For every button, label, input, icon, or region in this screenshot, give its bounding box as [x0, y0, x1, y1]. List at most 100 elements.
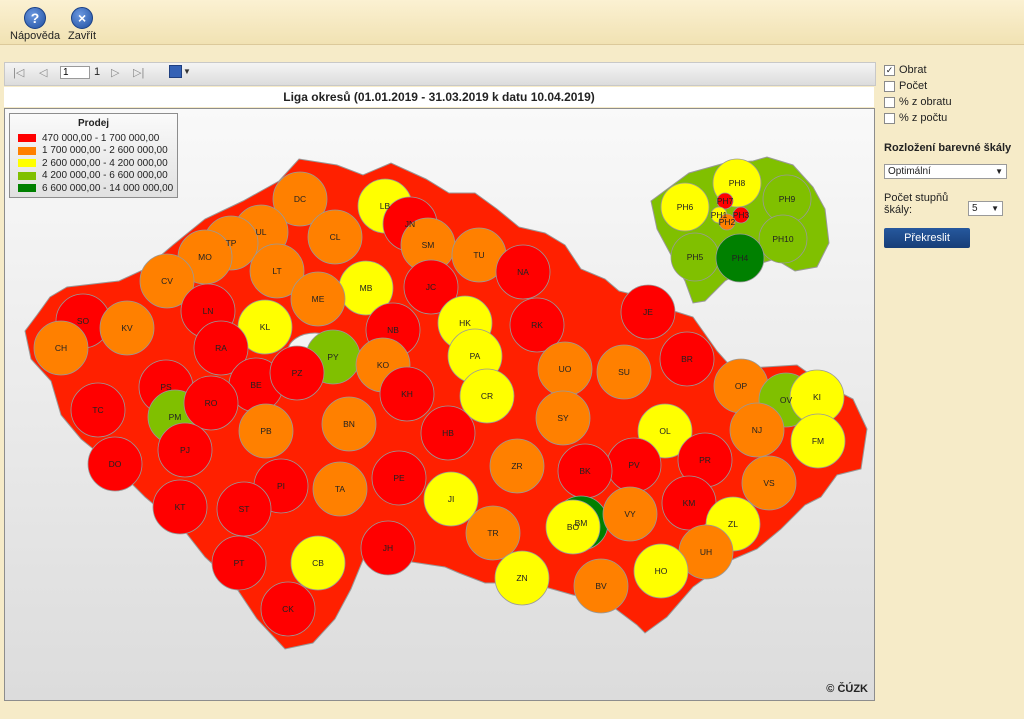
- district-label: ME: [312, 294, 325, 304]
- legend-swatch: [18, 146, 36, 155]
- district-label: SU: [618, 367, 630, 377]
- district-label: PI: [277, 481, 285, 491]
- copyright: © ČÚZK: [826, 683, 868, 695]
- district-label: PH7: [717, 196, 734, 206]
- district-label: LB: [380, 201, 391, 211]
- district-label: PS: [160, 382, 172, 392]
- pocet-checkbox[interactable]: [884, 80, 895, 92]
- district-label: OP: [735, 381, 748, 391]
- district-label: KI: [813, 392, 821, 402]
- close-icon: ×: [71, 7, 94, 29]
- district-label: PY: [327, 352, 339, 362]
- chevron-down-icon: ▼: [995, 167, 1003, 176]
- close-label: Zavřít: [68, 30, 97, 42]
- district-label: PA: [470, 351, 481, 361]
- last-page-icon[interactable]: ▷|: [133, 66, 144, 79]
- redraw-button[interactable]: Překreslit: [884, 228, 970, 248]
- district-label: BE: [250, 380, 262, 390]
- district-label: PV: [628, 460, 640, 470]
- district-label: KM: [683, 498, 696, 508]
- help-button[interactable]: ? Nápověda: [10, 7, 60, 42]
- district-label: JH: [383, 543, 393, 553]
- district-label: SY: [557, 413, 569, 423]
- district-label: PT: [234, 558, 245, 568]
- pct-obrat-checkbox[interactable]: [884, 96, 895, 108]
- report-pager: |◁ ◁ 1 ▷ ▷| ▼: [4, 62, 876, 86]
- chevron-down-icon: ▼: [991, 204, 999, 213]
- district-label: ZN: [516, 573, 527, 583]
- district-label: PJ: [180, 445, 190, 455]
- district-label: PM: [169, 412, 182, 422]
- legend-swatch: [18, 184, 36, 193]
- legend-swatch: [18, 134, 36, 143]
- legend-label: 4 200 000,00 - 6 600 000,00: [42, 170, 168, 182]
- district-label: ZR: [511, 461, 522, 471]
- district-label: PB: [260, 426, 272, 436]
- page-number-input[interactable]: [60, 66, 90, 79]
- next-page-icon[interactable]: ▷: [111, 66, 119, 79]
- distribution-select[interactable]: Optimální ▼: [884, 164, 1007, 179]
- district-label: RO: [205, 398, 218, 408]
- district-label: SM: [422, 240, 435, 250]
- district-map: DC LB JN CL UL TP MO LT CV SM TU NA MB JC ME SO KV CH LN KL…: [4, 108, 875, 701]
- district-label: CV: [161, 276, 173, 286]
- pct-obrat-option[interactable]: % z obratu: [884, 94, 1014, 110]
- prev-page-icon[interactable]: ◁: [39, 66, 47, 79]
- district-label: TU: [473, 250, 484, 260]
- district-label: BO: [567, 522, 580, 532]
- district-label: SO: [77, 316, 90, 326]
- district-label: TP: [226, 238, 237, 248]
- legend-title: Prodej: [77, 118, 110, 129]
- district-label: TR: [487, 528, 498, 538]
- district-label: KO: [377, 360, 390, 370]
- district-label: OL: [659, 426, 671, 436]
- save-icon: [169, 65, 182, 78]
- legend-label: 470 000,00 - 1 700 000,00: [42, 132, 160, 144]
- obrat-option[interactable]: ✓ Obrat: [884, 62, 1014, 78]
- total-pages: 1: [94, 66, 101, 78]
- district-label: CK: [282, 604, 294, 614]
- steps-value: 5: [972, 203, 978, 214]
- district-label: PH5: [687, 252, 704, 262]
- export-button[interactable]: ▼: [169, 65, 191, 78]
- pct-pocet-checkbox[interactable]: [884, 112, 895, 124]
- district-label: NJ: [752, 425, 762, 435]
- scale-title: Rozložení barevné škály: [884, 142, 1012, 154]
- district-label: DC: [294, 194, 306, 204]
- district-label: FM: [812, 436, 824, 446]
- pct-pocet-label: % z počtu: [899, 112, 948, 124]
- district-label: LT: [272, 266, 281, 276]
- district-label: CH: [55, 343, 67, 353]
- legend-label: 6 600 000,00 - 14 000 000,00: [42, 182, 174, 194]
- pct-pocet-option[interactable]: % z počtu: [884, 110, 1014, 126]
- legend-item: 6 600 000,00 - 14 000 000,00: [10, 182, 177, 195]
- district-label: MB: [360, 283, 373, 293]
- steps-label: Počet stupňů škály:: [884, 192, 949, 216]
- district-label: TA: [335, 484, 346, 494]
- district-label: JN: [405, 219, 415, 229]
- pocet-option[interactable]: Počet: [884, 78, 1014, 94]
- pocet-label: Počet: [899, 80, 928, 92]
- first-page-icon[interactable]: |◁: [13, 66, 24, 79]
- distribution-value: Optimální: [888, 166, 931, 177]
- district-label: PH9: [779, 194, 796, 204]
- district-label: MO: [198, 252, 212, 262]
- district-label: PH10: [772, 234, 794, 244]
- obrat-checkbox[interactable]: ✓: [884, 64, 895, 76]
- options-panel: ✓ Obrat Počet % z obratu % z počtu Rozlo…: [884, 62, 1014, 248]
- legend-item: 470 000,00 - 1 700 000,00: [10, 132, 177, 145]
- district-label: PH6: [677, 202, 694, 212]
- help-icon: ?: [24, 7, 47, 29]
- steps-select[interactable]: 5 ▼: [968, 201, 1003, 216]
- district-label: JC: [426, 282, 436, 292]
- district-label: KL: [260, 322, 271, 332]
- district-label: LN: [203, 306, 214, 316]
- top-toolbar: ? Nápověda × Zavřít: [0, 0, 1024, 45]
- pct-obrat-label: % z obratu: [899, 96, 952, 108]
- district-label: CB: [312, 558, 324, 568]
- close-button[interactable]: × Zavřít: [68, 7, 96, 42]
- district-label: UL: [256, 227, 267, 237]
- district-label: PZ: [292, 368, 303, 378]
- district-label: PH8: [729, 178, 746, 188]
- district-label: UH: [700, 547, 712, 557]
